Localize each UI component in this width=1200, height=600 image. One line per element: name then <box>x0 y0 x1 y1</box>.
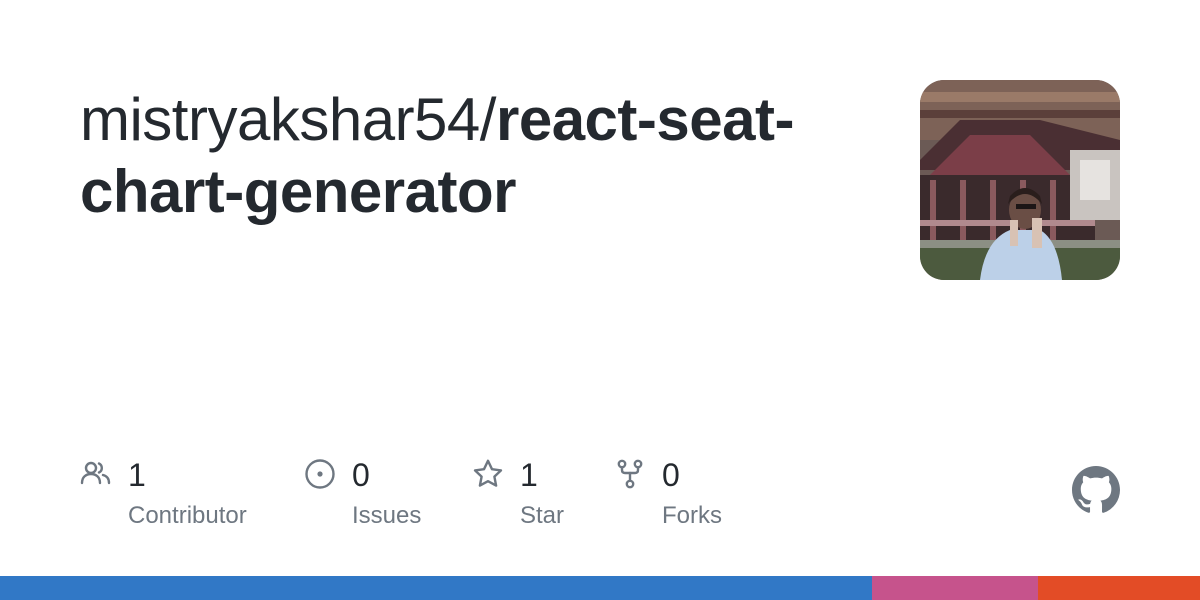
star-label: Star <box>520 502 565 529</box>
repo-title[interactable]: mistryakshar54/react-seat-chart-generato… <box>80 84 880 228</box>
fork-label: Forks <box>662 502 722 529</box>
owner-avatar[interactable] <box>920 80 1120 280</box>
issue-count: 0 <box>352 457 370 493</box>
language-bar-segment <box>872 576 1038 600</box>
star-count: 1 <box>520 457 538 493</box>
people-icon <box>80 458 112 490</box>
github-mark-icon[interactable] <box>1072 466 1120 514</box>
contributor-count: 1 <box>128 457 146 493</box>
language-bar-segment <box>0 576 873 600</box>
fork-count: 0 <box>662 457 680 493</box>
contributor-label: Contributor <box>128 502 247 529</box>
star-icon <box>472 458 504 490</box>
fork-icon <box>614 458 646 490</box>
language-bar-segment <box>1038 576 1200 600</box>
language-bar <box>0 576 1200 600</box>
repo-owner[interactable]: mistryakshar54/ <box>80 86 496 153</box>
issue-icon <box>304 458 336 490</box>
issue-label: Issues <box>352 502 422 529</box>
